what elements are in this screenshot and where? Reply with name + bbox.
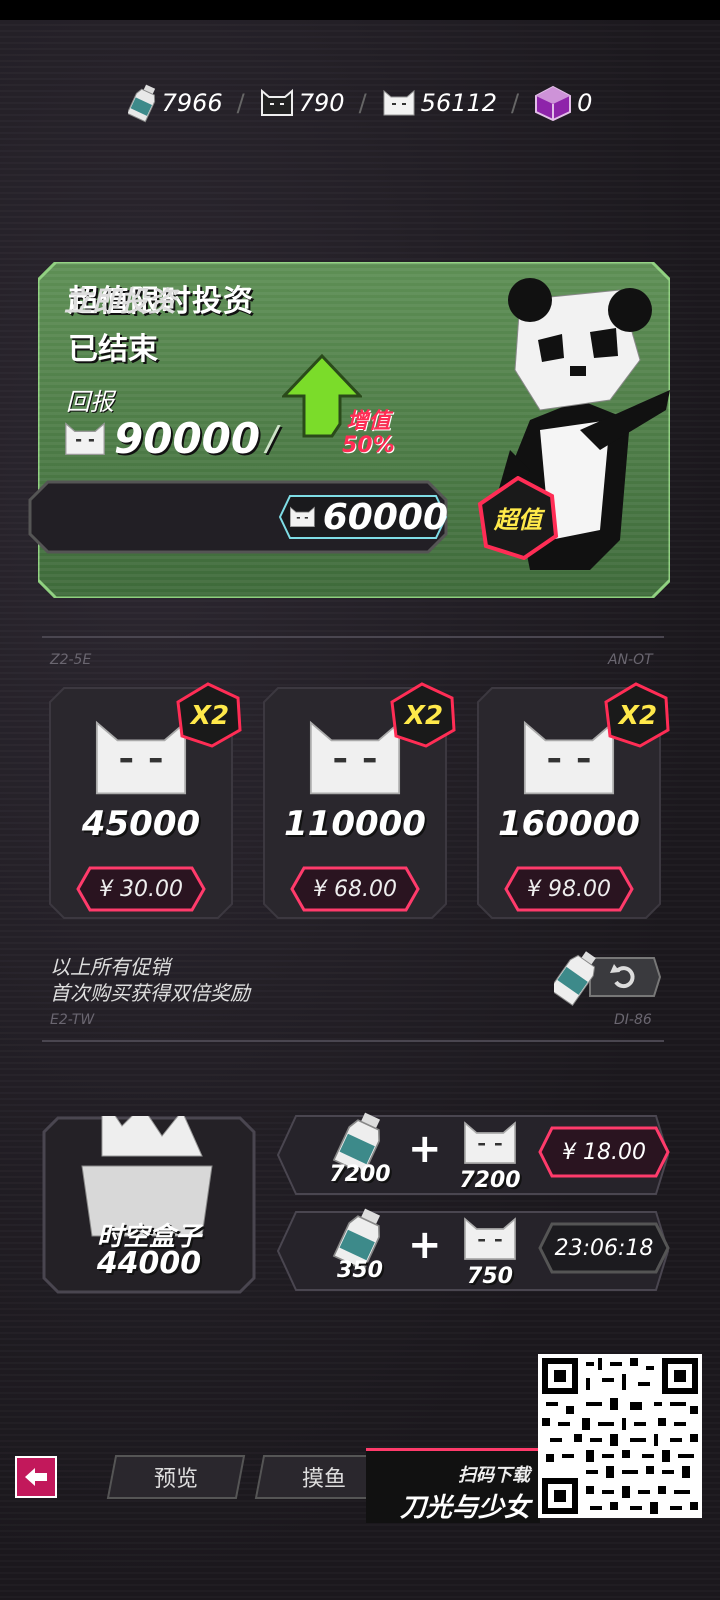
pack-price-label: ¥ 68.00: [313, 876, 397, 902]
slash-divider: /: [266, 418, 278, 459]
investment-panel: 超值限时投资 已结束 回报 90000 / 增值 50% 立即投资 60000 …: [28, 262, 670, 598]
space-time-box[interactable]: 时空盒子 44000: [42, 1116, 256, 1294]
invest-price[interactable]: 60000: [278, 494, 448, 540]
currency-cat-dark[interactable]: 790: [259, 88, 345, 118]
bundle-buy-button[interactable]: ¥ 18.00: [538, 1126, 670, 1178]
bundle-offer-2[interactable]: 350 + 750 23:06:18: [276, 1208, 670, 1292]
pack-price-button[interactable]: ¥ 30.00: [76, 866, 206, 912]
pack-price-button[interactable]: ¥ 98.00: [504, 866, 634, 912]
tab-preview-label: 预览: [153, 1467, 198, 1492]
currency-bar: 7966 / 790 / 56112 / 0: [0, 78, 720, 128]
x2-badge: X2: [604, 682, 670, 748]
cat-box-icon: [383, 89, 415, 116]
tab-fish-label: 摸鱼: [301, 1467, 346, 1492]
promo-line-1: 以上所有促销: [50, 955, 170, 979]
bundle-timer-label: 23:06:18: [554, 1235, 654, 1261]
pack-price-label: ¥ 30.00: [99, 876, 183, 902]
milk-bottle-icon: [127, 84, 155, 123]
arrow-left-icon: [25, 1468, 47, 1486]
pack-amount: 45000: [81, 804, 201, 844]
pack-amount: 110000: [284, 804, 426, 844]
bundle-offer-1[interactable]: 7200 + 7200 ¥ 18.00: [276, 1112, 670, 1196]
download-banner[interactable]: 扫码下载 刀光与少女: [366, 1448, 540, 1523]
milk-count: 7966: [161, 89, 223, 117]
currency-cat-light[interactable]: 56112: [381, 88, 497, 118]
cat-box-icon: [289, 506, 315, 527]
cat-dark-count: 790: [298, 89, 345, 117]
tag-tr: AN-OT: [608, 652, 653, 668]
bundle-item-cat: 750: [450, 1212, 530, 1289]
invest-button-label[interactable]: 立即投资: [64, 280, 176, 320]
purple-cube-icon: [535, 85, 572, 121]
back-button[interactable]: [15, 1456, 57, 1498]
investment-status: 已结束: [68, 332, 158, 367]
separator: /: [511, 89, 520, 117]
x2-text: X2: [403, 701, 443, 731]
separator: /: [236, 89, 245, 117]
bundle-item-cat: 7200: [450, 1116, 530, 1193]
cat-box-icon: [65, 421, 105, 455]
return-value: 90000 /: [62, 414, 278, 463]
bundle-item-milk: 350: [320, 1206, 400, 1283]
currency-milk[interactable]: 7966: [127, 83, 223, 123]
tag-br: DI-86: [614, 1012, 652, 1028]
invest-price-value: 60000: [322, 496, 448, 538]
tab-preview[interactable]: 预览: [106, 1454, 246, 1500]
boost-percent: 50%: [342, 433, 395, 458]
currency-gem[interactable]: 0: [533, 85, 592, 121]
cat-light-count: 56112: [420, 89, 498, 117]
gem-count: 0: [577, 89, 593, 117]
bundle-item-amount: 7200: [459, 1168, 521, 1193]
pack-amount: 160000: [498, 804, 640, 844]
x2-badge: X2: [390, 682, 456, 748]
bundle-timer: 23:06:18: [538, 1222, 670, 1274]
section-divider: [42, 636, 664, 638]
box-amount: 44000: [96, 1246, 202, 1281]
value-badge-text: 超值: [493, 506, 546, 534]
pack-price-label: ¥ 98.00: [527, 876, 611, 902]
refresh-button[interactable]: [548, 946, 662, 1012]
plus-sign: +: [408, 1126, 442, 1172]
refresh-icon: [548, 951, 662, 1007]
boost-label: 增值 50%: [342, 410, 395, 458]
qr-code-image: [542, 1358, 698, 1514]
return-amount: 90000: [114, 414, 261, 463]
value-badge: 超值: [477, 476, 559, 560]
x2-text: X2: [617, 701, 657, 731]
section-divider: [42, 1040, 664, 1042]
bundle-item-amount: 750: [467, 1264, 513, 1289]
bundle-item-milk: 7200: [320, 1110, 400, 1187]
pack-card-3[interactable]: X2 160000 ¥ 98.00: [476, 682, 670, 920]
plus-sign: +: [408, 1222, 442, 1268]
status-bar: [0, 0, 720, 20]
cat-box-icon: [464, 1217, 516, 1260]
pack-card-1[interactable]: X2 45000 ¥ 30.00: [48, 682, 242, 920]
qr-code: [538, 1354, 702, 1518]
cat-box-dark-icon: [260, 88, 293, 116]
boost-text: 增值: [346, 409, 391, 434]
bundle-item-amount: 350: [337, 1258, 383, 1283]
cat-box-icon: [464, 1121, 516, 1164]
download-title: 刀光与少女: [399, 1493, 530, 1523]
bundle-buy-label: ¥ 18.00: [562, 1139, 646, 1165]
tag-tl: Z2-5E: [50, 652, 92, 668]
separator: /: [358, 89, 367, 117]
download-hint: 扫码下载: [458, 1465, 530, 1486]
return-label: 回报: [66, 388, 114, 416]
tag-bl: E2-TW: [50, 1012, 95, 1028]
bundle-item-amount: 7200: [329, 1162, 391, 1187]
promo-line-2: 首次购买获得双倍奖励: [50, 981, 250, 1005]
x2-badge: X2: [176, 682, 242, 748]
promo-text: 以上所有促销 首次购买获得双倍奖励: [50, 954, 250, 1006]
pack-price-button[interactable]: ¥ 68.00: [290, 866, 420, 912]
x2-text: X2: [189, 701, 229, 731]
pack-card-2[interactable]: X2 110000 ¥ 68.00: [262, 682, 456, 920]
